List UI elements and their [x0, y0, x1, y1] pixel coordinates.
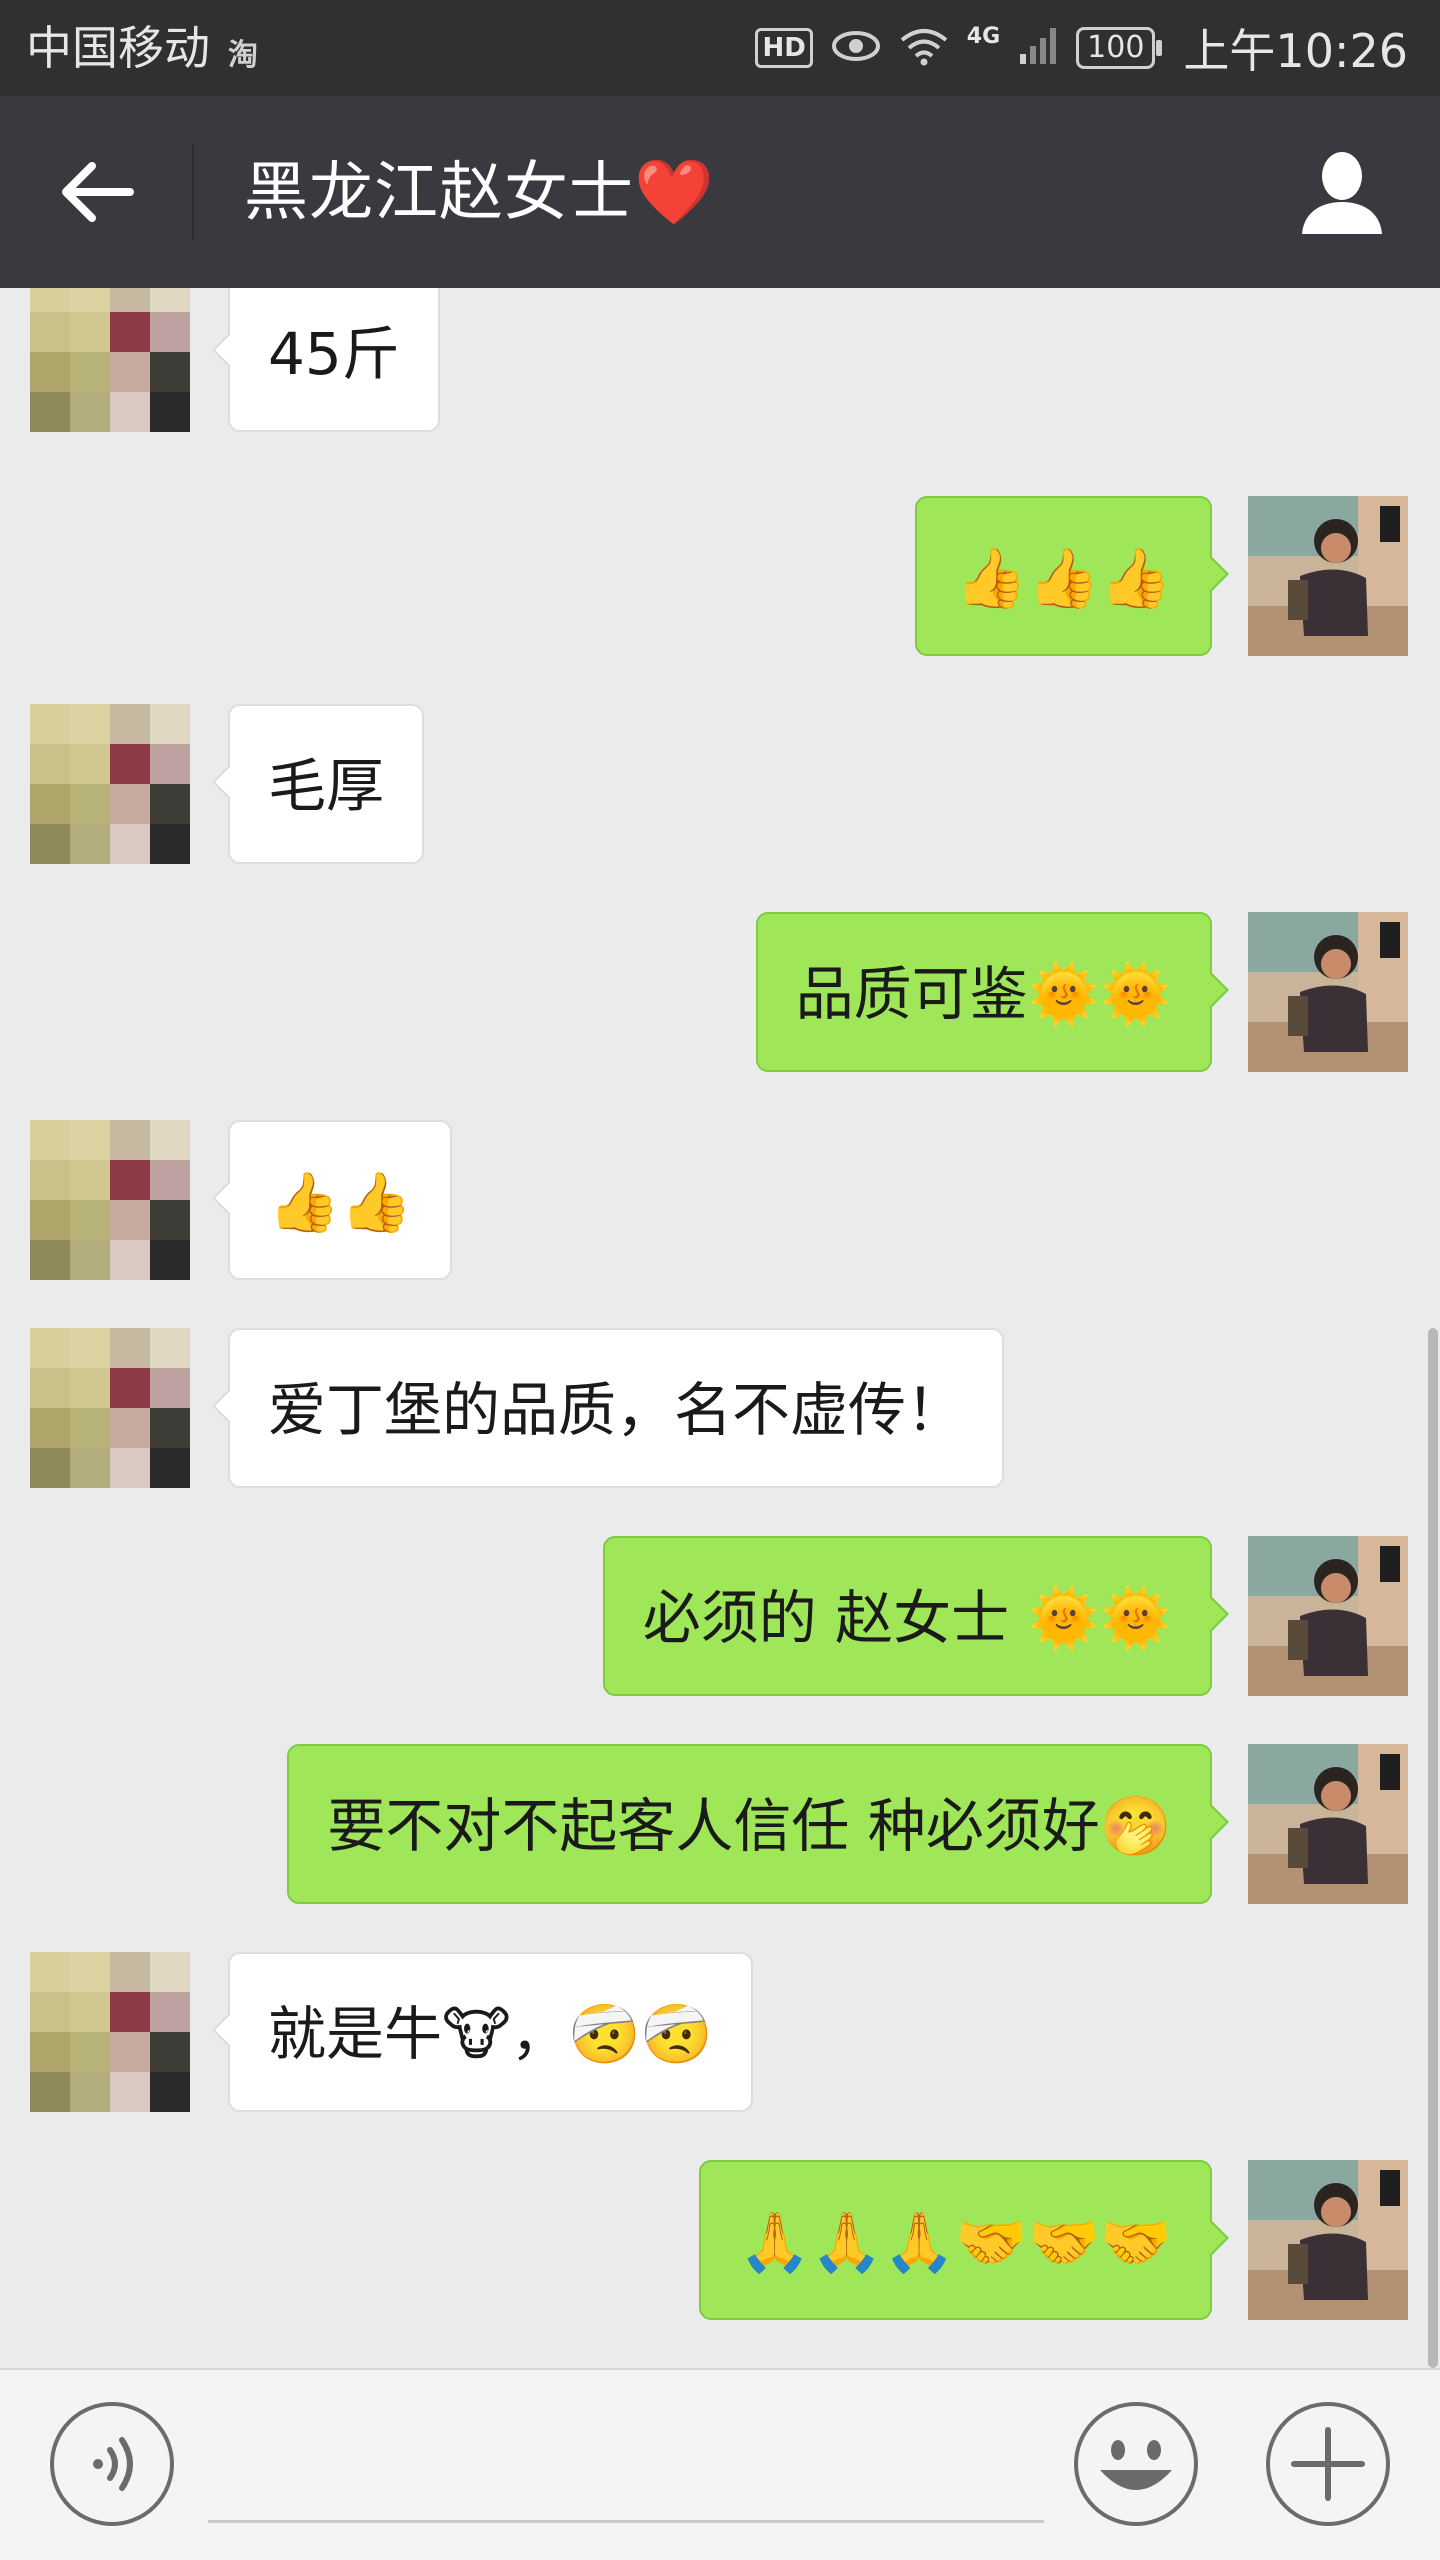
- clock: 上午10:26: [1183, 24, 1408, 78]
- outgoing-message[interactable]: 要不对不起客人信任 种必须好🤭: [287, 1744, 1229, 1904]
- signal-icon: [1018, 26, 1058, 70]
- contact-avatar[interactable]: [30, 288, 190, 432]
- my-avatar[interactable]: [1248, 912, 1408, 1072]
- eye-icon: [831, 29, 881, 67]
- incoming-message[interactable]: 👍👍: [211, 1120, 453, 1280]
- back-arrow-icon: [62, 162, 134, 222]
- my-avatar[interactable]: [1248, 2160, 1408, 2320]
- my-avatar[interactable]: [1248, 1536, 1408, 1696]
- status-bar: 中国移动 淘 HD 4G 100 上午10:26: [0, 0, 1440, 96]
- network-type: 4G: [966, 23, 1001, 49]
- contact-avatar[interactable]: [30, 1328, 190, 1488]
- outgoing-message[interactable]: 👍👍👍: [915, 496, 1229, 656]
- incoming-message[interactable]: 就是牛🐮，🤕🤕: [211, 1952, 754, 2112]
- outgoing-message[interactable]: 必须的 赵女士 🌞🌞: [602, 1536, 1230, 1696]
- emoji-button[interactable]: [1072, 2400, 1200, 2528]
- outgoing-message[interactable]: 🙏🙏🙏🤝🤝🤝: [698, 2160, 1230, 2320]
- contact-info-button[interactable]: [1294, 146, 1390, 242]
- contact-avatar[interactable]: [30, 1120, 190, 1280]
- header-divider: [192, 144, 194, 240]
- person-icon: [1302, 152, 1382, 234]
- my-avatar[interactable]: [1248, 496, 1408, 656]
- voice-icon: [50, 2402, 174, 2526]
- hd-icon: HD: [755, 28, 813, 68]
- contact-avatar[interactable]: [30, 704, 190, 864]
- carrier-name: 中国移动: [26, 21, 210, 75]
- taobao-icon: 淘: [228, 38, 258, 73]
- incoming-message[interactable]: 45斤: [212, 288, 440, 432]
- chat-title: 黑龙江赵女士❤️: [244, 156, 715, 230]
- outgoing-message[interactable]: 品质可鉴🌞🌞: [755, 912, 1230, 1072]
- wifi-icon: [899, 26, 949, 70]
- contact-avatar[interactable]: [30, 1952, 190, 2112]
- input-bar: [0, 2368, 1440, 2560]
- my-avatar[interactable]: [1248, 1744, 1408, 1904]
- more-button[interactable]: [1264, 2400, 1392, 2528]
- chat-header: 黑龙江赵女士❤️: [0, 96, 1440, 288]
- emoji-icon: [1074, 2402, 1198, 2526]
- scrollbar[interactable]: [1428, 1328, 1438, 2368]
- battery-level: 100: [1076, 27, 1163, 69]
- back-button[interactable]: [52, 146, 144, 238]
- message-input[interactable]: [208, 2414, 1044, 2523]
- voice-button[interactable]: [48, 2400, 176, 2528]
- incoming-message[interactable]: 爱丁堡的品质，名不虚传！: [211, 1328, 1005, 1488]
- incoming-message[interactable]: 毛厚: [211, 704, 425, 864]
- plus-icon: [1266, 2402, 1390, 2526]
- message-list[interactable]: 45斤 👍👍👍 毛厚 品质可鉴🌞🌞 👍👍 爱丁堡的品质，名不虚传！ 必须的 赵女…: [0, 288, 1440, 2368]
- status-icons: HD 4G 100 上午10:26: [755, 18, 1408, 78]
